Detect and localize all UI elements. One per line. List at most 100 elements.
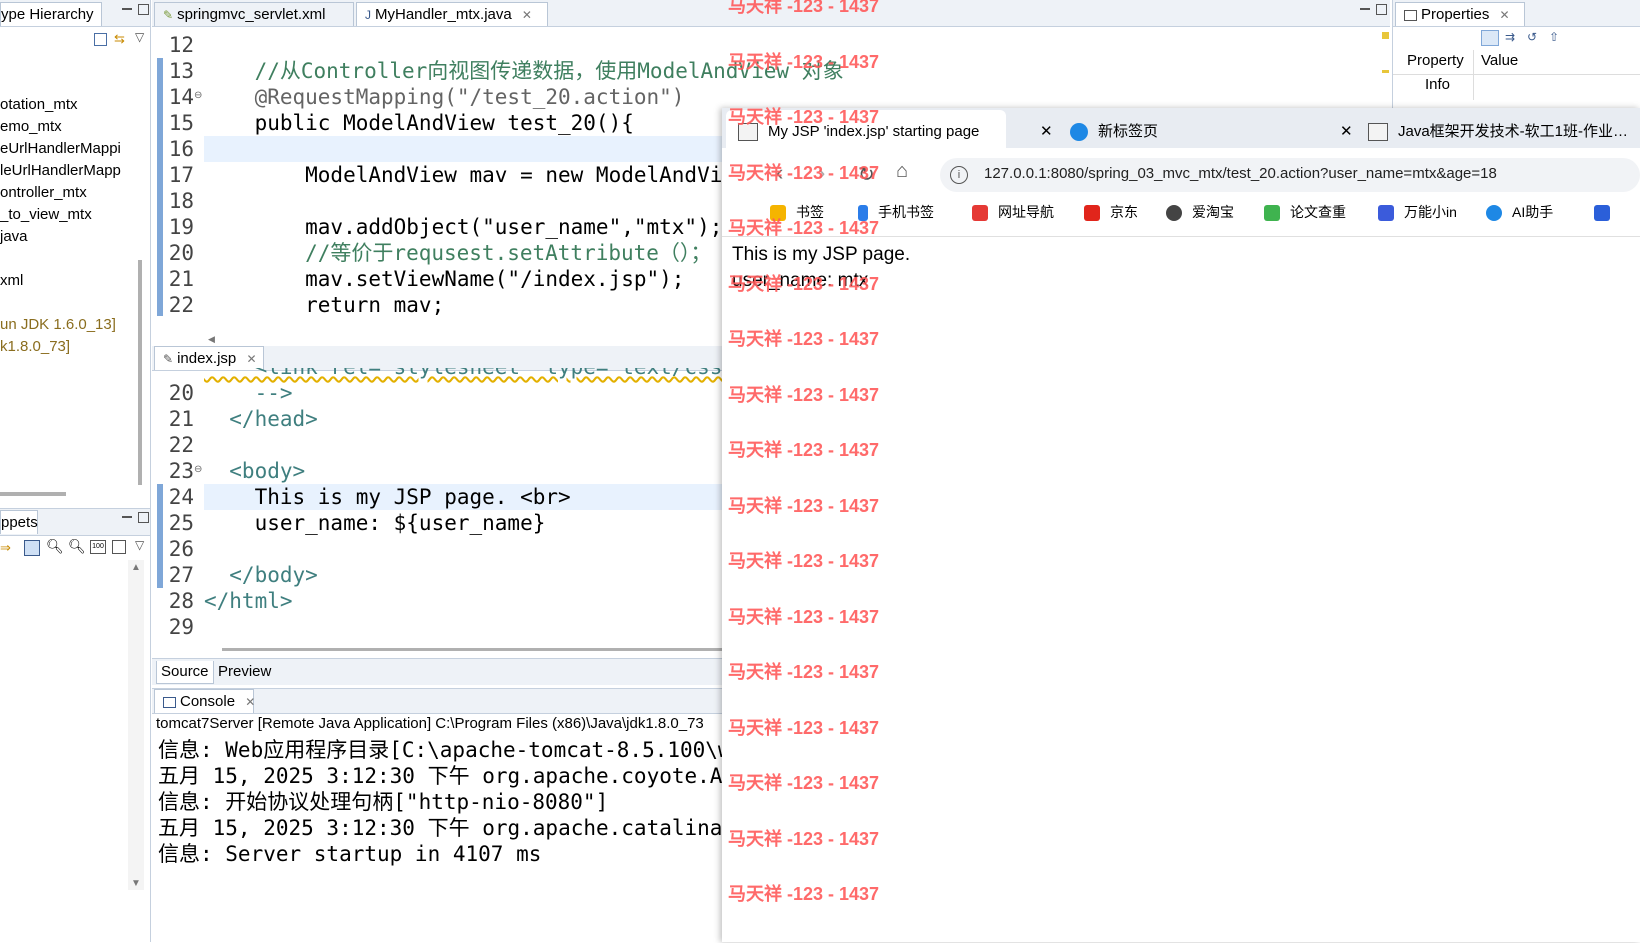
- bookmark-item[interactable]: AI助手: [1486, 200, 1553, 224]
- baidu-icon: [1594, 205, 1610, 222]
- close-icon[interactable]: ✕: [522, 8, 532, 22]
- jsp-line-numbers: 20 21 22 23 24 25 26 27 28 29: [154, 380, 196, 650]
- console-panel: Console ✕ tomcat7Server [Remote Java App…: [152, 688, 760, 943]
- maximize-icon[interactable]: [1376, 4, 1387, 15]
- tree-item[interactable]: java: [0, 226, 28, 248]
- hscroll-left-icon[interactable]: ◀: [208, 334, 215, 345]
- vertical-scrollbar[interactable]: [138, 260, 142, 485]
- console-line: 信息: Web应用程序目录[C:\apache-tomcat-8.5.100\w…: [158, 738, 756, 762]
- tree-item[interactable]: ontroller_mtx: [0, 182, 87, 204]
- tree-item[interactable]: eUrlHandlerMappi: [0, 138, 121, 160]
- ai-icon: [1486, 205, 1502, 222]
- browser-tab-new[interactable]: 新标签页: [1070, 112, 1330, 152]
- image-icon[interactable]: [24, 540, 40, 556]
- close-icon[interactable]: ✕: [1340, 122, 1353, 140]
- code-line: //等价于requsest.setAttribute（）；: [204, 241, 712, 265]
- line-number: 27: [168, 563, 194, 587]
- tree-item[interactable]: un JDK 1.6.0_13]: [0, 314, 116, 336]
- tab-type-hierarchy[interactable]: ype Hierarchy: [0, 2, 102, 26]
- maximize-icon[interactable]: [138, 4, 149, 15]
- fold-icon[interactable]: ⊖: [194, 90, 202, 101]
- bookmark-item[interactable]: 爱淘宝: [1166, 200, 1234, 224]
- browser-tab-title: Java框架开发技术-软工1班-作业…: [1398, 123, 1629, 140]
- close-icon[interactable]: ✕: [1040, 122, 1053, 140]
- zoom-in-icon[interactable]: 🔍︎: [68, 538, 86, 555]
- bookmark-item[interactable]: 京东: [1084, 200, 1138, 224]
- view-menu-icon[interactable]: ▽: [135, 30, 144, 44]
- site-info-icon[interactable]: i: [950, 166, 968, 184]
- filter-icon[interactable]: ⇉: [1505, 30, 1515, 44]
- scroll-up-icon[interactable]: ▲: [131, 562, 141, 573]
- view-menu-icon[interactable]: ▽: [135, 538, 144, 552]
- tree-item[interactable]: xml: [0, 270, 23, 292]
- tree-item[interactable]: otation_mtx: [0, 94, 78, 116]
- close-icon[interactable]: ✕: [245, 695, 255, 709]
- left-panel: ype Hierarchy ⇆ ▽ otation_mtx emo_mtx eU…: [0, 0, 151, 942]
- minimize-icon[interactable]: [1360, 8, 1370, 10]
- column-divider: [1473, 50, 1474, 100]
- line-number: 26: [168, 537, 194, 561]
- tree-item[interactable]: _to_view_mtx: [0, 204, 92, 226]
- line-number: 13: [168, 59, 194, 83]
- page-text-line-1: This is my JSP page.: [732, 244, 911, 265]
- snippets-scrollbar[interactable]: ▲ ▼: [128, 560, 144, 890]
- jsp-code-area[interactable]: <link rel="stylesheet" type="text/css --…: [204, 368, 722, 642]
- tab-label: Properties: [1421, 6, 1490, 23]
- pin-icon[interactable]: ⇧: [1549, 30, 1559, 44]
- horizontal-scrollbar[interactable]: [0, 492, 66, 496]
- tab-index-jsp[interactable]: ✎ index.jsp ✕: [154, 346, 264, 370]
- watermark-text: 马天祥 -123 - 1437: [728, 51, 880, 72]
- column-header-property[interactable]: Property: [1407, 52, 1464, 69]
- overview-ruler-marker: [1382, 32, 1389, 39]
- column-header-value[interactable]: Value: [1481, 52, 1518, 69]
- console-line: 五月 15, 2025 3:12:30 下午 org.apache.catali…: [158, 816, 761, 840]
- code-line: ModelAndView mav = new ModelAndVie: [204, 163, 736, 187]
- tab-console[interactable]: Console ✕: [154, 689, 255, 713]
- restore-icon[interactable]: ↺: [1527, 30, 1537, 44]
- zoom-out-icon[interactable]: 🔍︎: [46, 538, 64, 555]
- minimize-icon[interactable]: [122, 8, 132, 10]
- bookmark-item[interactable]: [1594, 200, 1620, 224]
- tab-snippets[interactable]: ppets: [0, 510, 38, 534]
- tab-source[interactable]: Source: [156, 661, 214, 684]
- fold-icon[interactable]: ⊖: [194, 464, 202, 475]
- tab-springmvc-servlet[interactable]: ✎ springmvc_servlet.xml: [154, 2, 354, 26]
- url-text[interactable]: 127.0.0.1:8080/spring_03_mvc_mtx/test_20…: [984, 165, 1497, 182]
- minimize-icon[interactable]: [122, 516, 132, 518]
- overview-ruler-marker: [1382, 70, 1389, 73]
- zoom-100-icon[interactable]: 100: [90, 540, 106, 554]
- horizontal-scrollbar[interactable]: [222, 648, 722, 651]
- tree-item[interactable]: leUrlHandlerMapp: [0, 160, 121, 182]
- bookmark-label: 论文查重: [1290, 204, 1346, 220]
- tree-item[interactable]: emo_mtx: [0, 116, 62, 138]
- watermark-text: 马天祥 -123 - 1437: [728, 773, 880, 793]
- properties-row-info[interactable]: Info: [1425, 76, 1450, 93]
- tab-preview[interactable]: Preview: [214, 661, 275, 683]
- bookmark-item[interactable]: 网址导航: [972, 200, 1054, 224]
- tree-list: otation_mtx emo_mtx eUrlHandlerMappi leU…: [0, 94, 132, 394]
- browser-logo-icon: [1070, 123, 1088, 142]
- categories-icon[interactable]: [1481, 30, 1499, 46]
- line-number: 23: [168, 459, 194, 483]
- close-icon[interactable]: ✕: [246, 352, 256, 366]
- bookmark-item[interactable]: 万能小in: [1378, 200, 1457, 224]
- line-number: 19: [168, 215, 194, 239]
- code-line: </head>: [204, 407, 318, 431]
- tab-label: Console: [180, 693, 236, 710]
- maximize-icon[interactable]: [138, 512, 149, 523]
- link-editor-icon[interactable]: ⇆: [114, 32, 128, 45]
- bookmark-item[interactable]: 论文查重: [1264, 200, 1346, 224]
- home-icon[interactable]: ⌂: [896, 160, 908, 183]
- close-icon[interactable]: ✕: [1500, 8, 1510, 22]
- tab-myhandler[interactable]: J MyHandler_mtx.java ✕: [356, 2, 548, 26]
- bookmark-label: 爱淘宝: [1192, 204, 1234, 220]
- fit-icon[interactable]: [112, 540, 126, 554]
- line-number: 22: [168, 433, 194, 457]
- scroll-down-icon[interactable]: ▼: [131, 878, 141, 889]
- tab-properties[interactable]: Properties ✕: [1395, 2, 1525, 26]
- bookmark-label: 网址导航: [998, 204, 1054, 220]
- tree-item[interactable]: k1.8.0_73]: [0, 336, 70, 358]
- browser-tab-java[interactable]: Java框架开发技术-软工1班-作业…: [1368, 112, 1640, 152]
- collapse-all-icon[interactable]: [94, 33, 107, 46]
- arrow-icon[interactable]: ⇒: [0, 540, 11, 556]
